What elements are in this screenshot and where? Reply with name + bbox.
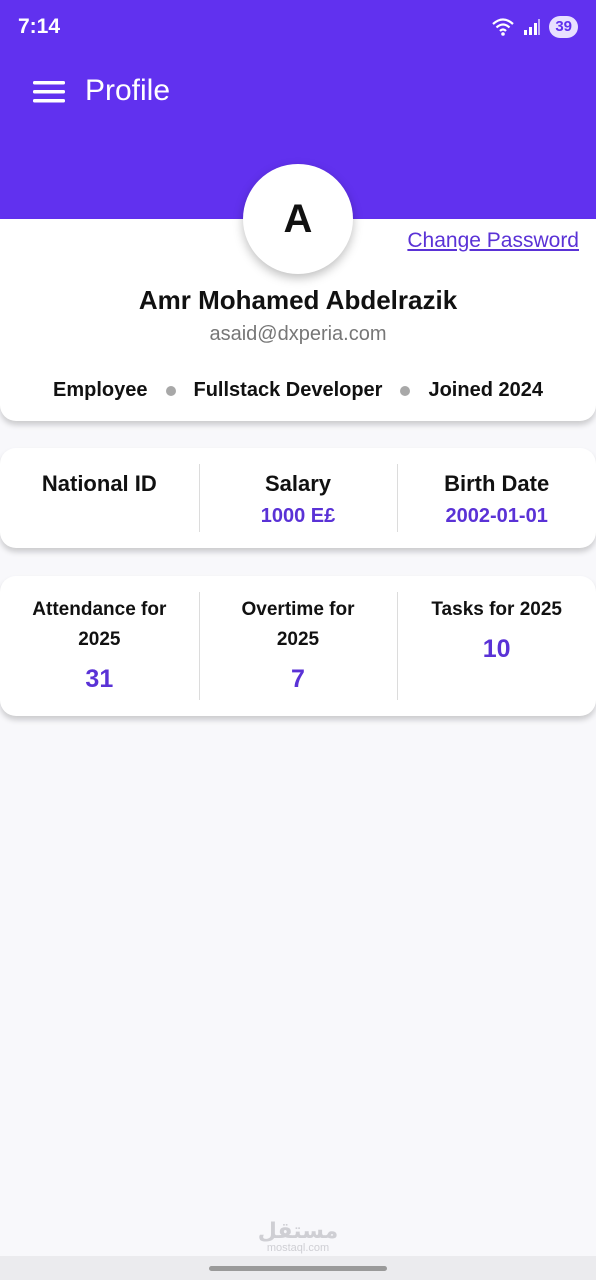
- attendance-label: Attendance for 2025: [32, 599, 167, 650]
- birth-date-value: 2002-01-01: [445, 505, 548, 527]
- birth-date-column: Birth Date 2002-01-01: [397, 448, 596, 548]
- national-id-label: National ID: [41, 471, 157, 496]
- avatar: A: [243, 164, 353, 274]
- salary-column: Salary 1000 E£: [198, 448, 398, 548]
- wifi-icon: [492, 18, 515, 36]
- watermark-arabic: مستقل: [257, 1218, 339, 1243]
- watermark: مستقل mostaql.com: [0, 1218, 596, 1255]
- signal-icon: [524, 19, 541, 35]
- status-time: 7:14: [18, 15, 61, 38]
- user-position: Fullstack Developer: [193, 379, 383, 401]
- page-title: Profile: [85, 74, 171, 107]
- menu-button[interactable]: [31, 78, 67, 106]
- battery-indicator: 39: [549, 16, 578, 38]
- user-email: asaid@dxperia.com: [209, 323, 387, 345]
- status-icons: 39: [491, 15, 578, 39]
- separator-dot: [400, 385, 411, 396]
- user-name: Amr Mohamed Abdelrazik: [138, 285, 458, 315]
- overtime-value: 7: [291, 665, 305, 693]
- attendance-value: 31: [85, 665, 114, 693]
- personal-info-card: National ID Salary 1000 E£ Birth Date 20…: [0, 448, 596, 548]
- birth-date-label: Birth Date: [444, 471, 550, 496]
- national-id-column: National ID: [0, 448, 199, 548]
- user-role: Employee: [53, 379, 148, 401]
- overtime-label: Overtime for 2025: [241, 599, 355, 650]
- salary-label: Salary: [264, 471, 332, 496]
- tasks-value: 10: [482, 635, 511, 663]
- tasks-label: Tasks for 2025: [431, 599, 562, 620]
- home-indicator[interactable]: [209, 1266, 387, 1271]
- user-meta-row: Employee Fullstack Developer Joined 2024: [0, 379, 596, 402]
- user-joined: Joined 2024: [428, 379, 543, 401]
- status-bar: 7:14 39: [0, 0, 596, 56]
- yearly-stats-card: Attendance for 2025 31 Overtime for 2025…: [0, 576, 596, 716]
- change-password-link[interactable]: Change Password: [407, 229, 579, 253]
- watermark-latin: mostaql.com: [266, 1242, 330, 1254]
- hamburger-menu-icon: [33, 81, 65, 103]
- attendance-column: Attendance for 2025 31: [0, 576, 199, 716]
- salary-value: 1000 E£: [260, 505, 336, 527]
- overtime-column: Overtime for 2025 7: [198, 576, 398, 716]
- separator-dot: [165, 385, 176, 396]
- tasks-column: Tasks for 2025 10: [397, 576, 596, 716]
